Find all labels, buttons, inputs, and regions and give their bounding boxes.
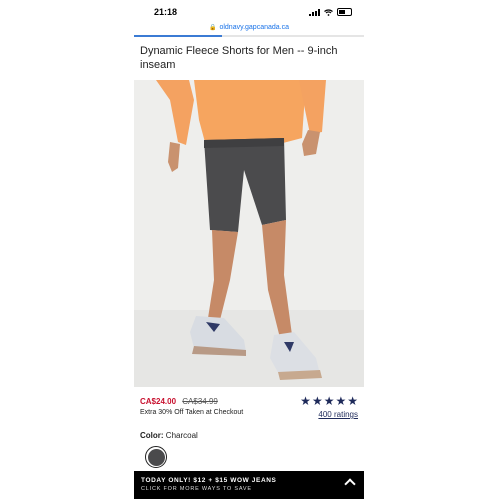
url-text: oldnavy.gapcanada.ca	[219, 23, 290, 31]
model-photo	[134, 80, 364, 387]
color-label-key: Color:	[140, 431, 164, 440]
mobile-screen: 21:18 🔒 oldnavy.gapcanada.ca Dynamic Fle…	[134, 0, 364, 499]
color-value: Charcoal	[165, 431, 198, 440]
status-icons	[309, 8, 352, 16]
banner-title: TODAY ONLY! $12 + $15 WOW JEANS	[141, 477, 277, 484]
wifi-icon	[324, 8, 333, 16]
color-label: Color: Charcoal	[140, 431, 198, 440]
star-icon: ★	[300, 394, 311, 408]
status-bar: 21:18	[134, 0, 364, 22]
ratings-link[interactable]: 400 ratings	[318, 410, 358, 419]
battery-icon	[337, 8, 352, 16]
product-image[interactable]	[134, 80, 364, 387]
price-row: CA$24.00 CA$34.99	[140, 397, 218, 406]
sale-price: CA$24.00	[140, 397, 177, 406]
banner-subtitle: CLICK FOR MORE WAYS TO SAVE	[141, 486, 252, 492]
product-title: Dynamic Fleece Shorts for Men -- 9-inch …	[140, 45, 338, 71]
star-icon: ★	[347, 394, 358, 408]
color-swatch-charcoal[interactable]	[145, 446, 167, 468]
chevron-up-icon[interactable]	[344, 478, 356, 490]
promo-banner[interactable]: TODAY ONLY! $12 + $15 WOW JEANS CLICK FO…	[134, 471, 364, 499]
address-bar[interactable]: 🔒 oldnavy.gapcanada.ca	[134, 20, 364, 34]
star-icon: ★	[323, 394, 335, 408]
star-icon: ★	[311, 394, 323, 408]
rating-stars: ★ ★ ★ ★ ★	[300, 394, 358, 408]
status-time: 21:18	[154, 7, 178, 17]
signal-icon	[309, 8, 320, 16]
lock-icon: 🔒	[208, 24, 217, 31]
star-icon: ★	[335, 394, 347, 408]
page-load-progress	[134, 35, 222, 37]
promo-text: Extra 30% Off Taken at Checkout	[140, 409, 244, 416]
original-price: CA$34.99	[182, 397, 218, 406]
